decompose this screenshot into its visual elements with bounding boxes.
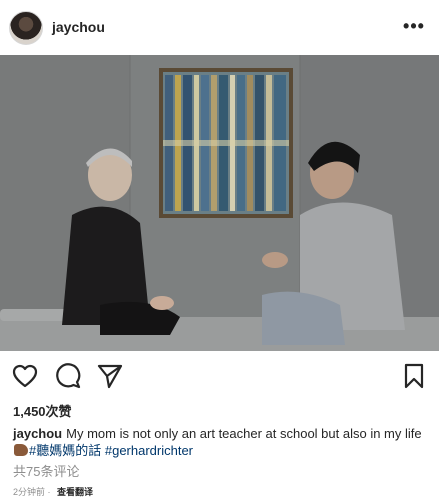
- post-username[interactable]: jaychou: [52, 19, 105, 35]
- post-meta: 2分钟前 · 查看翻译: [13, 485, 93, 498]
- likes-count[interactable]: 1,450次赞: [13, 401, 72, 420]
- post-photo-image: [0, 55, 439, 351]
- flexed-biceps-icon: [14, 444, 28, 456]
- post-caption: jaychou My mom is not only an art teacher…: [13, 425, 429, 459]
- heart-icon[interactable]: [11, 362, 39, 390]
- post-header: jaychou •••: [0, 0, 439, 55]
- post-photo[interactable]: [0, 55, 439, 351]
- avatar[interactable]: [9, 11, 43, 45]
- bookmark-icon[interactable]: [400, 362, 428, 390]
- see-translation-link[interactable]: 查看翻译: [57, 487, 93, 497]
- hashtag-link[interactable]: #聽媽媽的話: [29, 443, 101, 458]
- view-comments-link[interactable]: 共75条评论: [13, 461, 79, 480]
- comment-icon[interactable]: [54, 362, 82, 390]
- caption-text: My mom is not only an art teacher at sch…: [66, 426, 422, 441]
- send-icon[interactable]: [96, 362, 124, 390]
- post-timestamp: 2分钟前: [13, 487, 46, 497]
- meta-separator: ·: [47, 487, 51, 497]
- post-actions: [0, 356, 439, 396]
- more-options-icon[interactable]: •••: [402, 14, 426, 38]
- hashtag-link[interactable]: #gerhardrichter: [105, 443, 193, 458]
- caption-username[interactable]: jaychou: [13, 426, 62, 441]
